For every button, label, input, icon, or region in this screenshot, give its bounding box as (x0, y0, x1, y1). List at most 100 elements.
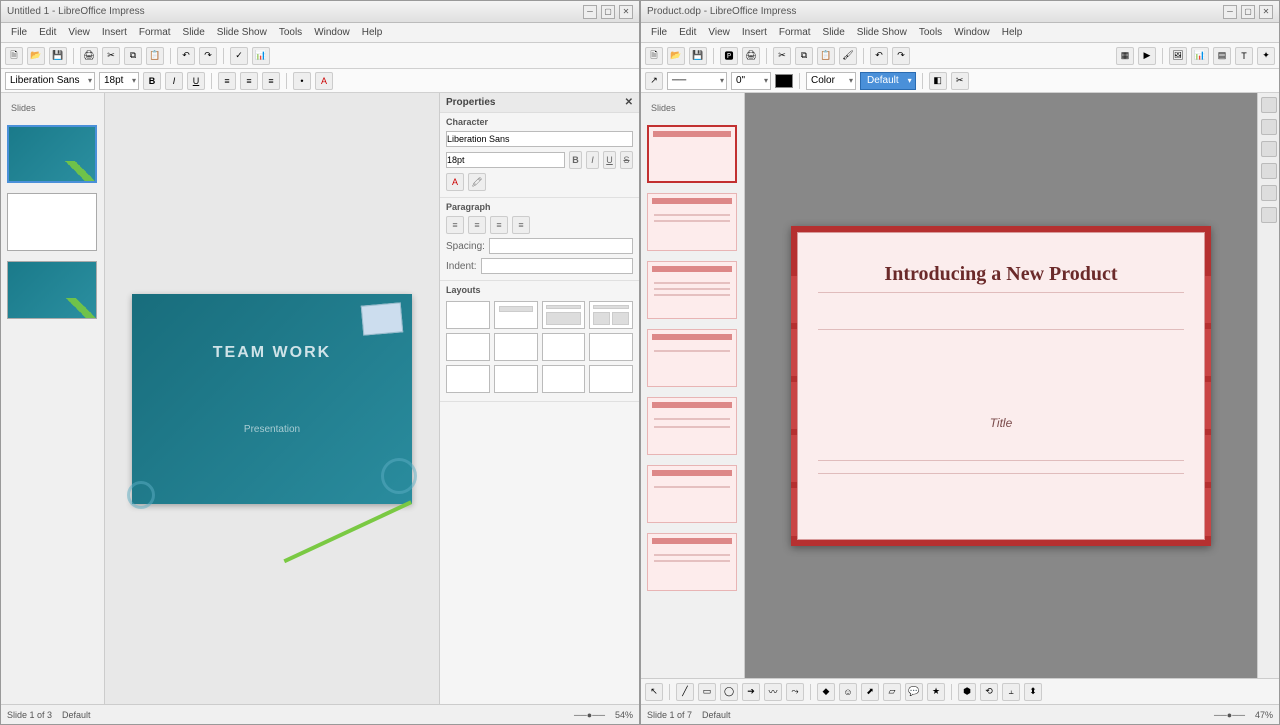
maximize-button[interactable]: ▢ (1241, 5, 1255, 19)
menu-file[interactable]: File (5, 27, 33, 38)
align-icon[interactable]: ⫠ (1002, 683, 1020, 701)
slide-subtitle-text[interactable]: Title (798, 416, 1204, 430)
menu-format[interactable]: Format (133, 27, 177, 38)
menu-insert[interactable]: Insert (96, 27, 133, 38)
insert-fontwork-icon[interactable]: ✦ (1257, 47, 1275, 65)
redo-icon[interactable]: ↷ (892, 47, 910, 65)
slide-thumb-6[interactable] (647, 465, 737, 523)
line-width-combo[interactable]: 0" (731, 72, 771, 90)
connector-icon[interactable]: ⤳ (786, 683, 804, 701)
menu-view[interactable]: View (702, 27, 736, 38)
copy-icon[interactable]: ⧉ (795, 47, 813, 65)
spacing-field[interactable] (489, 238, 633, 254)
zoom-slider[interactable]: ──●── (1214, 710, 1245, 720)
menu-insert[interactable]: Insert (736, 27, 773, 38)
align-center-icon[interactable]: ≡ (240, 72, 258, 90)
navigator-tab-icon[interactable] (1261, 185, 1277, 201)
format-paint-icon[interactable]: 🖌 (839, 47, 857, 65)
new-icon[interactable]: 🗎 (5, 47, 23, 65)
line-style-combo[interactable]: ── (667, 72, 727, 90)
slide-thumb-1[interactable] (7, 125, 97, 183)
align-left-icon[interactable]: ≡ (446, 216, 464, 234)
gallery-tab-icon[interactable] (1261, 207, 1277, 223)
properties-tab-icon[interactable] (1261, 97, 1277, 113)
paste-icon[interactable]: 📋 (817, 47, 835, 65)
rect-icon[interactable]: ▭ (698, 683, 716, 701)
layout-7[interactable] (542, 333, 586, 361)
slide-thumb-7[interactable] (647, 533, 737, 591)
line-color-swatch[interactable] (775, 74, 793, 88)
insert-chart-icon[interactable]: 📊 (1191, 47, 1209, 65)
slide-1-content[interactable]: Introducing a New Product Title (791, 226, 1211, 546)
layout-6[interactable] (494, 333, 538, 361)
menu-file[interactable]: File (645, 27, 673, 38)
font-color-icon[interactable]: A (315, 72, 333, 90)
close-button[interactable]: ✕ (1259, 5, 1273, 19)
indent-field[interactable] (481, 258, 633, 274)
layout-8[interactable] (589, 333, 633, 361)
arrow-shape-icon[interactable]: ➔ (742, 683, 760, 701)
zoom-slider[interactable]: ──●── (574, 710, 605, 720)
export-pdf-icon[interactable]: 🅿 (720, 47, 738, 65)
symbol-shapes-icon[interactable]: ☺ (839, 683, 857, 701)
slide-thumb-2[interactable] (7, 193, 97, 251)
underline-icon[interactable]: U (187, 72, 205, 90)
menu-help[interactable]: Help (356, 27, 389, 38)
slide-title-text[interactable]: TEAM WORK (132, 344, 412, 362)
crop-icon[interactable]: ✂ (951, 72, 969, 90)
close-button[interactable]: ✕ (619, 5, 633, 19)
slide-thumb-3[interactable] (7, 261, 97, 319)
print-icon[interactable]: 🖨 (80, 47, 98, 65)
curve-icon[interactable]: 〰 (764, 683, 782, 701)
left-canvas[interactable]: TEAM WORK Presentation (105, 93, 439, 704)
open-icon[interactable]: 📂 (27, 47, 45, 65)
underline-icon[interactable]: U (603, 151, 616, 169)
font-size-combo[interactable]: 18pt (99, 72, 139, 90)
right-titlebar[interactable]: Product.odp - LibreOffice Impress ─ ▢ ✕ (641, 1, 1279, 23)
bullets-icon[interactable]: • (293, 72, 311, 90)
fill-color-combo[interactable]: Default (860, 72, 916, 90)
menu-tools[interactable]: Tools (273, 27, 308, 38)
animation-tab-icon[interactable] (1261, 141, 1277, 157)
align-left-icon[interactable]: ≡ (218, 72, 236, 90)
menu-tools[interactable]: Tools (913, 27, 948, 38)
maximize-button[interactable]: ▢ (601, 5, 615, 19)
status-zoom[interactable]: 54% (615, 710, 633, 720)
menu-window[interactable]: Window (308, 27, 356, 38)
italic-icon[interactable]: I (165, 72, 183, 90)
minimize-button[interactable]: ─ (583, 5, 597, 19)
menu-edit[interactable]: Edit (33, 27, 62, 38)
slide-thumb-1[interactable] (647, 125, 737, 183)
panel-close-icon[interactable]: ✕ (625, 97, 633, 108)
layout-5[interactable] (446, 333, 490, 361)
layout-9[interactable] (446, 365, 490, 393)
slide-thumb-3[interactable] (647, 261, 737, 319)
copy-icon[interactable]: ⧉ (124, 47, 142, 65)
layout-11[interactable] (542, 365, 586, 393)
layout-12[interactable] (589, 365, 633, 393)
italic-icon[interactable]: I (586, 151, 599, 169)
layout-10[interactable] (494, 365, 538, 393)
undo-icon[interactable]: ↶ (870, 47, 888, 65)
insert-textbox-icon[interactable]: T (1235, 47, 1253, 65)
slide-thumb-2[interactable] (647, 193, 737, 251)
font-size-field[interactable] (446, 152, 565, 168)
right-canvas[interactable]: Introducing a New Product Title (745, 93, 1257, 678)
menu-view[interactable]: View (62, 27, 96, 38)
strike-icon[interactable]: S (620, 151, 633, 169)
cut-icon[interactable]: ✂ (102, 47, 120, 65)
fontcolor-icon[interactable]: A (446, 173, 464, 191)
left-titlebar[interactable]: Untitled 1 - LibreOffice Impress ─ ▢ ✕ (1, 1, 639, 23)
select-icon[interactable]: ↖ (645, 683, 663, 701)
slide-transition-tab-icon[interactable] (1261, 119, 1277, 135)
slide-thumb-4[interactable] (647, 329, 737, 387)
layout-title-content[interactable] (542, 301, 586, 329)
slide-1-content[interactable]: TEAM WORK Presentation (132, 294, 412, 504)
menu-format[interactable]: Format (773, 27, 817, 38)
menu-slide[interactable]: Slide (817, 27, 851, 38)
shadow-icon[interactable]: ◧ (929, 72, 947, 90)
cut-icon[interactable]: ✂ (773, 47, 791, 65)
arrange-icon[interactable]: ⬍ (1024, 683, 1042, 701)
font-name-combo[interactable]: Liberation Sans (5, 72, 95, 90)
start-slideshow-icon[interactable]: ▶ (1138, 47, 1156, 65)
